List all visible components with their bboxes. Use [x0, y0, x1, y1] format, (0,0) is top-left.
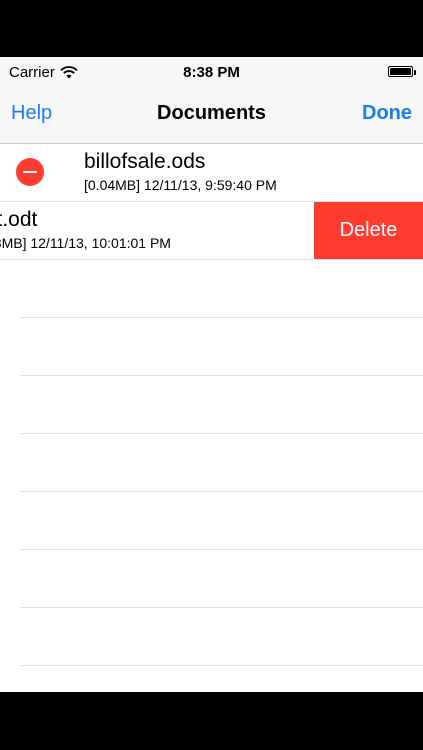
empty-row: [20, 434, 423, 492]
empty-row: [20, 376, 423, 434]
screen: Carrier 8:38 PM Help Documents Done bill…: [0, 57, 423, 692]
status-bar: Carrier 8:38 PM: [0, 57, 423, 87]
delete-toggle-icon[interactable]: [16, 158, 44, 186]
document-name: billofsale.ods: [84, 150, 206, 173]
empty-row: [20, 608, 423, 666]
document-meta: 23MB] 12/11/13, 10:01:01 PM: [0, 235, 171, 251]
document-name: st.odt: [0, 208, 38, 231]
battery-nub: [414, 70, 416, 75]
empty-row: [20, 260, 423, 318]
done-button[interactable]: Done: [362, 102, 412, 125]
page-title: Documents: [157, 102, 266, 124]
delete-button[interactable]: Delete: [314, 202, 423, 259]
navigation-bar: Help Documents Done: [0, 87, 423, 144]
battery-icon: [388, 66, 416, 77]
empty-row: [20, 550, 423, 608]
document-row[interactable]: billofsale.ods [0.04MB] 12/11/13, 9:59:4…: [0, 144, 423, 202]
document-meta: [0.04MB] 12/11/13, 9:59:40 PM: [84, 177, 277, 193]
document-row[interactable]: st.odt 23MB] 12/11/13, 10:01:01 PM Delet…: [0, 202, 423, 260]
documents-list: billofsale.ods [0.04MB] 12/11/13, 9:59:4…: [0, 144, 423, 666]
battery-level: [390, 68, 411, 75]
empty-row: [20, 318, 423, 376]
empty-row: [20, 492, 423, 550]
status-time: 8:38 PM: [183, 64, 240, 81]
